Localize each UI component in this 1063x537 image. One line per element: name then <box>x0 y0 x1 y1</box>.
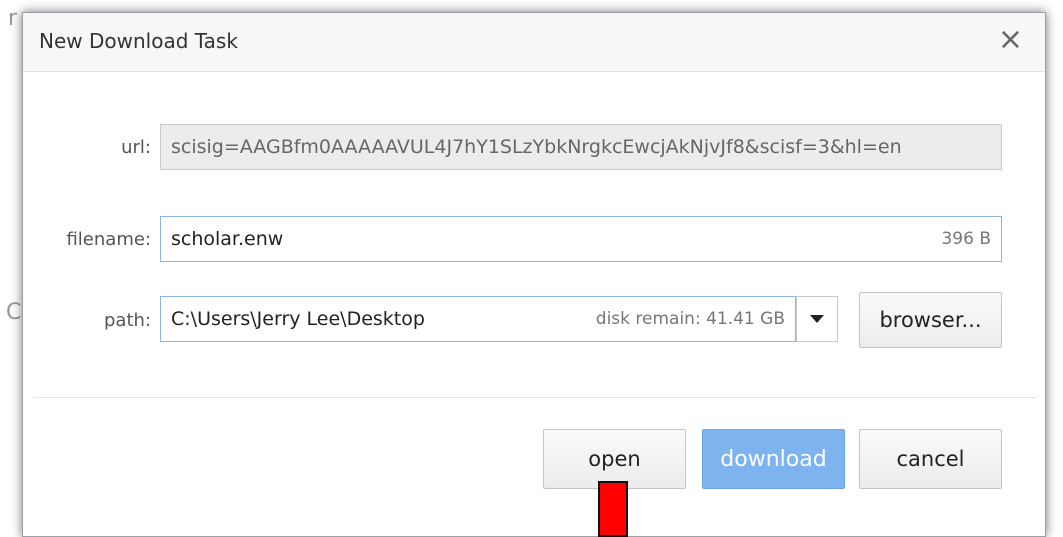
new-download-dialog: New Download Task × url: scisig=AAGBfm0A… <box>22 12 1046 537</box>
path-value: C:\Users\Jerry Lee\Desktop <box>171 308 425 330</box>
file-size: 396 B <box>941 229 991 249</box>
browse-button[interactable]: browser... <box>859 292 1002 348</box>
path-field[interactable]: C:\Users\Jerry Lee\Desktop disk remain: … <box>160 296 796 342</box>
dialog-titlebar: New Download Task × <box>23 13 1045 72</box>
filename-label: filename: <box>66 229 151 250</box>
url-label: url: <box>121 137 151 158</box>
open-button[interactable]: open <box>543 429 686 489</box>
path-label: path: <box>104 310 151 331</box>
divider <box>33 397 1037 398</box>
chevron-down-icon <box>810 315 824 323</box>
background-text: C <box>6 300 22 325</box>
download-button[interactable]: download <box>702 429 845 489</box>
filename-value: scholar.enw <box>171 228 284 250</box>
url-value: scisig=AAGBfm0AAAAAVUL4J7hY1SLzYbkNrgkcE… <box>171 136 902 158</box>
disk-remain: disk remain: 41.41 GB <box>595 309 785 329</box>
filename-field[interactable]: scholar.enw 396 B <box>160 216 1002 262</box>
path-dropdown-button[interactable] <box>796 296 838 342</box>
background-text: r <box>8 6 18 31</box>
close-icon[interactable]: × <box>998 25 1023 55</box>
cancel-button[interactable]: cancel <box>859 429 1002 489</box>
dialog-title: New Download Task <box>39 29 238 53</box>
url-field[interactable]: scisig=AAGBfm0AAAAAVUL4J7hY1SLzYbkNrgkcE… <box>160 124 1002 170</box>
red-marker <box>598 481 628 537</box>
